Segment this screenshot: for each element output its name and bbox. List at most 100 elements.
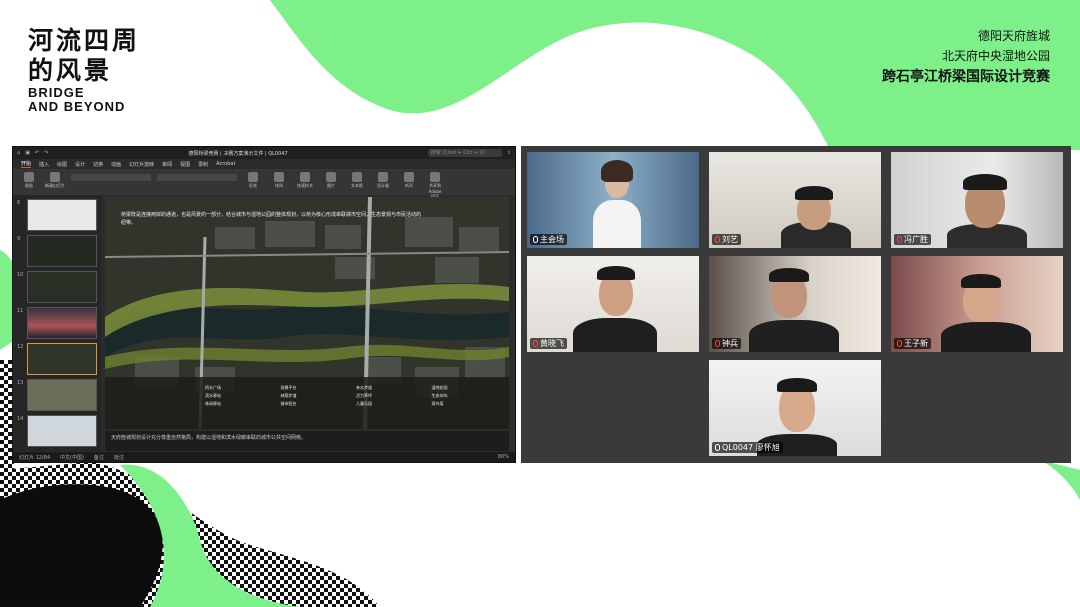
home-icon[interactable]: ⌂: [17, 150, 20, 156]
event-title: 跨石亭江桥梁国际设计竞赛: [882, 69, 1050, 85]
mic-icon: [404, 172, 414, 182]
slide-thumbnails: 8 9 10 11 12 13 14: [13, 195, 101, 451]
mic-muted-icon: [897, 236, 902, 243]
zoom-level[interactable]: 80%: [498, 454, 509, 460]
tab-insert[interactable]: 插入: [39, 161, 49, 168]
slide-canvas[interactable]: 桥梁既是连接两岸的通道，也是风景的一部分，结合城市与湿地公园的整体规划，以桥为核…: [105, 197, 509, 429]
ribbon-toolbar: 粘贴 新建幻灯片 形状 排列 快速样式 图片 文本框 设计器 听写 共享到Ado…: [13, 169, 515, 199]
tab-animations[interactable]: 动画: [111, 161, 121, 168]
document-title: 德阳桥梁竞赛 | 决赛方案演示文件 | QL0047: [188, 150, 288, 157]
font-select[interactable]: [71, 174, 151, 181]
slide-thumb-12[interactable]: 12: [17, 343, 97, 375]
slide-intro-text: 桥梁既是连接两岸的通道，也是风景的一部分，结合城市与湿地公园的整体规划，以桥为核…: [121, 212, 422, 226]
notes-toggle[interactable]: 备注: [94, 454, 104, 461]
video-tile[interactable]: 钟兵: [707, 254, 883, 354]
tab-record[interactable]: 录制: [198, 161, 208, 168]
textbox-button[interactable]: 文本框: [347, 171, 367, 189]
designer-icon: [378, 172, 388, 182]
video-tile[interactable]: 黄晓飞: [525, 254, 701, 354]
paste-button[interactable]: 粘贴: [19, 171, 39, 189]
new-slide-button[interactable]: 新建幻灯片: [45, 171, 65, 189]
share-icon[interactable]: ⇪: [507, 150, 511, 156]
participant-name-tag: QL0047 廖怀旭: [712, 442, 783, 453]
speaker-notes[interactable]: 天府旌城规划设计充分尊重自然格局，构建以湿地和滨水绿廊串联的城市公共空间网络。: [105, 431, 509, 451]
arrange-button[interactable]: 排列: [269, 171, 289, 189]
shapes-button[interactable]: 形状: [243, 171, 263, 189]
video-tile[interactable]: 冯广胜: [889, 150, 1065, 250]
event-location: 德阳天府旌城: [977, 29, 1050, 43]
brand-title-line1: 河流四周: [28, 26, 141, 55]
tab-view[interactable]: 视图: [180, 161, 190, 168]
ppt-titlebar: ⌂ ▣ ↶ ↷ 德阳桥梁竞赛 | 决赛方案演示文件 | QL0047 搜索 (C…: [13, 147, 515, 159]
participant-name-tag: 冯广胜: [894, 234, 931, 245]
paragraph-select[interactable]: [157, 174, 237, 181]
undo-icon[interactable]: ↶: [35, 150, 39, 156]
slide-thumb-11[interactable]: 11: [17, 307, 97, 339]
slide-thumb-14[interactable]: 14: [17, 415, 97, 447]
event-park: 北天府中央湿地公园: [941, 49, 1050, 63]
legend-item: 儿童乐园: [356, 401, 372, 406]
tab-review[interactable]: 审阅: [162, 161, 172, 168]
video-tile[interactable]: QL0047 廖怀旭: [707, 358, 883, 458]
participant-name-tag: 王子新: [894, 338, 931, 349]
tab-design[interactable]: 设计: [75, 161, 85, 168]
participant-name-tag: 黄晓飞: [530, 338, 567, 349]
search-input[interactable]: 搜索 (Cmd + Ctrl + U): [427, 149, 502, 157]
share-pdf-button[interactable]: 共享到Adobe PDF: [425, 171, 445, 199]
tab-draw[interactable]: 绘图: [57, 161, 67, 168]
slide-thumb-8[interactable]: 8: [17, 199, 97, 231]
legend-item: 观景平台: [280, 385, 297, 390]
tab-slideshow[interactable]: 幻灯片放映: [129, 161, 154, 168]
tab-transitions[interactable]: 切换: [93, 161, 103, 168]
legend-item: 活力草坪: [356, 393, 372, 398]
designer-button[interactable]: 设计器: [373, 171, 393, 189]
video-tile[interactable]: 王子新: [889, 254, 1065, 354]
legend-item: 休闲驿站: [205, 401, 221, 406]
status-bar: 幻灯片 12/84 中文(中国) 备注 批注 80%: [13, 452, 515, 462]
textbox-icon: [352, 172, 362, 182]
mic-muted-icon: [715, 236, 720, 243]
quick-styles-button[interactable]: 快速样式: [295, 171, 315, 189]
comments-toggle[interactable]: 批注: [114, 454, 124, 461]
redo-icon[interactable]: ↷: [44, 150, 48, 156]
powerpoint-window: ⌂ ▣ ↶ ↷ 德阳桥梁竞赛 | 决赛方案演示文件 | QL0047 搜索 (C…: [12, 146, 516, 463]
slide-thumb-9[interactable]: 9: [17, 235, 97, 267]
video-grid: 主会场 刘艺 冯广胜 黄晓飞 钟兵 王子新 QL0047 廖怀旭: [521, 146, 1071, 463]
brand-subtitle-line2: AND BEYOND: [28, 99, 126, 114]
brand-subtitle-line1: BRIDGE: [28, 85, 85, 100]
slide-thumb-13[interactable]: 13: [17, 379, 97, 411]
video-tile[interactable]: 主会场: [525, 150, 701, 250]
new-slide-icon: [50, 172, 60, 182]
legend-item: 城市阳台: [280, 401, 297, 406]
save-icon[interactable]: ▣: [25, 150, 30, 156]
participant-name-tag: 刘艺: [712, 234, 741, 245]
mic-muted-icon: [715, 340, 720, 347]
participant-name-tag: 钟兵: [712, 338, 741, 349]
legend-item: 林荫步道: [280, 393, 297, 398]
slide-legend: 桥头广场 观景平台 亲水步道 湿地花园 滨水驿站 林荫步道 活力草坪 生态岛屿 …: [205, 385, 505, 407]
dictate-button[interactable]: 听写: [399, 171, 419, 189]
slide-thumb-10[interactable]: 10: [17, 271, 97, 303]
brand-logo: 河流四周 的风景 BRIDGE AND BEYOND: [28, 26, 140, 114]
styles-icon: [300, 172, 310, 182]
page: 河流四周 的风景 BRIDGE AND BEYOND 德阳天府旌城 北天府中央湿…: [0, 0, 1080, 607]
video-tile[interactable]: 刘艺: [707, 150, 883, 250]
participant-name-tag: 主会场: [530, 234, 567, 245]
tab-home[interactable]: 开始: [21, 160, 32, 168]
picture-button[interactable]: 图片: [321, 171, 341, 189]
mic-icon: [715, 444, 720, 451]
event-info: 德阳天府旌城 北天府中央湿地公园 跨石亭江桥梁国际设计竞赛: [882, 26, 1050, 88]
pdf-icon: [430, 172, 440, 182]
legend-item: 生态岛屿: [431, 393, 448, 398]
legend-item: 观鸟塔: [431, 401, 444, 406]
legend-item: 滨水驿站: [205, 393, 221, 398]
language-indicator: 中文(中国): [60, 454, 84, 461]
legend-item: 湿地花园: [431, 385, 448, 390]
mic-muted-icon: [533, 340, 538, 347]
brand-title-line2: 的风景: [28, 56, 113, 85]
tab-acrobat[interactable]: Acrobat: [216, 161, 235, 167]
legend-item: 亲水步道: [356, 385, 372, 390]
paste-icon: [24, 172, 34, 182]
shapes-icon: [248, 172, 258, 182]
ribbon-tabs: 开始 插入 绘图 设计 切换 动画 幻灯片放映 审阅 视图 录制 Acrobat: [13, 159, 515, 169]
